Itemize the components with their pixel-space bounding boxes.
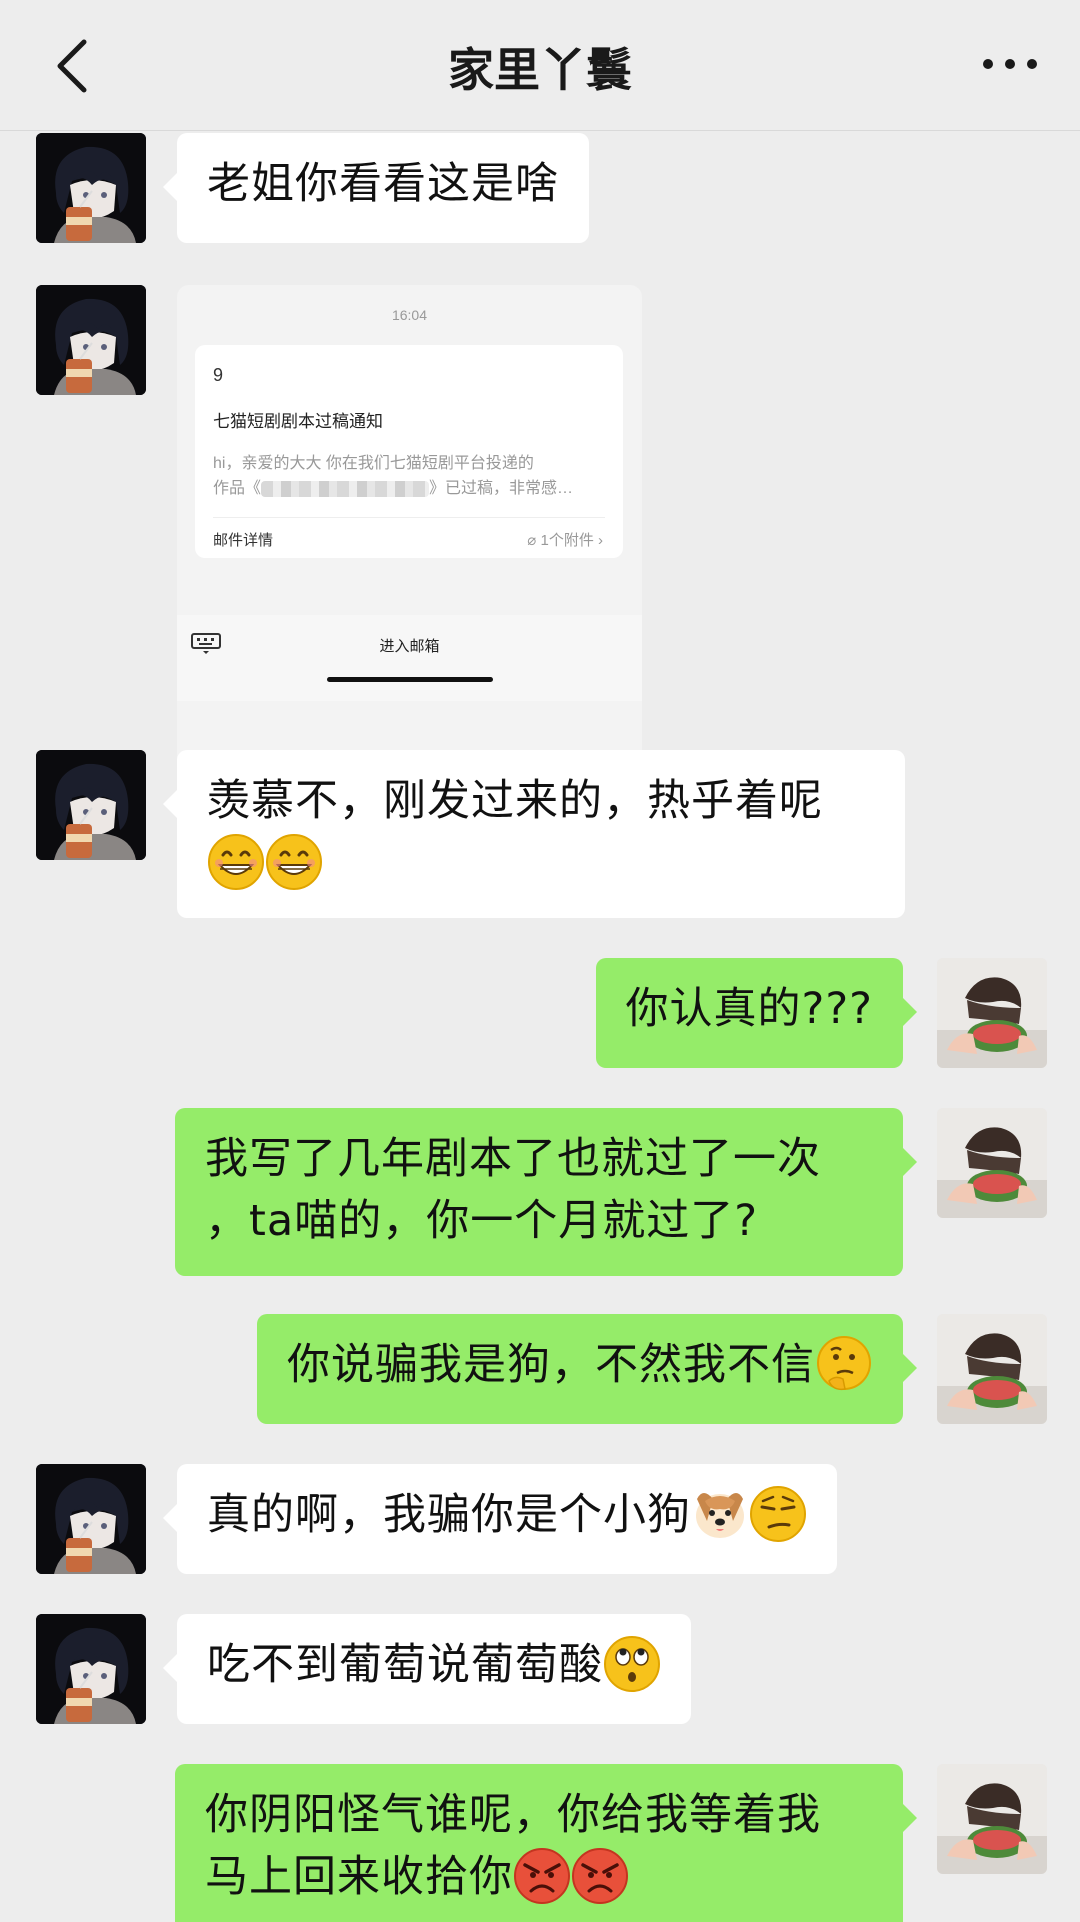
message-bubble-left[interactable]: 真的啊，我骗你是个小狗 bbox=[163, 1464, 837, 1574]
email-preview-line1: hi，亲爱的大大 你在我们七猫短剧平台投递的 bbox=[213, 455, 534, 472]
chat-title: 家里丫鬟 bbox=[448, 43, 632, 97]
message-text: 你认真的??? bbox=[625, 984, 873, 1034]
angry-emoji-icon bbox=[513, 1847, 571, 1905]
screenshot-time: 16:04 bbox=[391, 307, 428, 323]
contact-avatar[interactable] bbox=[36, 750, 146, 860]
eye-roll-emoji-icon bbox=[603, 1635, 661, 1693]
message-bubble-right[interactable]: 你说骗我是狗，不然我不信 bbox=[257, 1314, 917, 1424]
blurred-title bbox=[261, 480, 430, 497]
my-avatar[interactable] bbox=[937, 958, 1047, 1068]
my-avatar[interactable] bbox=[937, 1108, 1047, 1218]
preview-text-before: 作品《 bbox=[213, 480, 262, 497]
grin-emoji-icon bbox=[265, 833, 323, 891]
message-text: 吃不到葡萄说葡萄酸 bbox=[207, 1640, 603, 1690]
message-text: 老姐你看看这是啥 bbox=[207, 159, 559, 209]
message-bubble-right[interactable]: 我写了几年剧本了也就过了一次 ，ta喵的，你一个月就过了? bbox=[175, 1108, 917, 1276]
attachment-indicator: ⌀ 1个附件 › bbox=[527, 529, 603, 550]
email-card: 9 七猫短剧剧本过稿通知 hi，亲爱的大大 你在我们七猫短剧平台投递的 作品《 》… bbox=[195, 345, 623, 558]
attachment-count: 1个附件 bbox=[540, 532, 594, 549]
top-bar: 家里丫鬟 bbox=[0, 0, 1080, 131]
message-text: 你说骗我是狗，不然我不信 bbox=[287, 1340, 815, 1390]
dog-emoji-icon bbox=[691, 1485, 749, 1543]
message-text-line1: 我写了几年剧本了也就过了一次 bbox=[205, 1134, 821, 1184]
chevron-right-icon: › bbox=[598, 532, 603, 549]
contact-avatar[interactable] bbox=[36, 285, 146, 395]
message-bubble-left[interactable]: 吃不到葡萄说葡萄酸 bbox=[163, 1614, 691, 1724]
preview-text-after: 》已过稿，非常感… bbox=[429, 480, 574, 497]
message-text: 羡慕不，刚发过来的，热乎着呢 bbox=[207, 776, 823, 826]
email-preview-line2: 作品《 》已过稿，非常感… bbox=[213, 474, 573, 498]
more-options-icon[interactable] bbox=[980, 52, 1040, 76]
contact-avatar[interactable] bbox=[36, 1614, 146, 1724]
contact-avatar[interactable] bbox=[36, 133, 146, 243]
my-avatar[interactable] bbox=[937, 1314, 1047, 1424]
message-bubble-right[interactable]: 你阴阳怪气谁呢，你给我等着我 马上回来收拾你 bbox=[175, 1764, 917, 1922]
message-list[interactable]: 老姐你看看这是啥 16:04 9 七猫短剧剧本过稿通知 hi，亲爱的大大 你在我… bbox=[0, 130, 1080, 1922]
angry-emoji-icon bbox=[571, 1847, 629, 1905]
message-bubble-left[interactable]: 羡慕不，刚发过来的，热乎着呢 bbox=[163, 750, 905, 918]
message-text: 真的啊，我骗你是个小狗 bbox=[207, 1490, 691, 1540]
card-divider bbox=[213, 517, 605, 518]
home-indicator bbox=[327, 677, 493, 682]
grin-emoji-icon bbox=[207, 833, 265, 891]
email-details-label: 邮件详情 bbox=[213, 532, 274, 549]
email-sender: 9 bbox=[213, 365, 224, 385]
message-text-line2: ，ta喵的，你一个月就过了? bbox=[205, 1196, 759, 1246]
smirk-emoji-icon bbox=[749, 1485, 807, 1543]
my-avatar[interactable] bbox=[937, 1764, 1047, 1874]
message-bubble-left[interactable]: 老姐你看看这是啥 bbox=[163, 133, 589, 243]
mail-bottom-bar: 进入邮箱 bbox=[177, 615, 642, 701]
enter-mailbox-label: 进入邮箱 bbox=[379, 638, 440, 655]
email-subject: 七猫短剧剧本过稿通知 bbox=[213, 412, 383, 431]
message-text-line1: 你阴阳怪气谁呢，你给我等着我 bbox=[205, 1790, 821, 1840]
message-text-line2: 马上回来收拾你 bbox=[205, 1852, 513, 1902]
thinking-emoji-icon bbox=[815, 1335, 873, 1393]
message-bubble-right[interactable]: 你认真的??? bbox=[595, 958, 918, 1068]
contact-avatar[interactable] bbox=[36, 1464, 146, 1574]
paperclip-icon: ⌀ bbox=[527, 532, 537, 549]
